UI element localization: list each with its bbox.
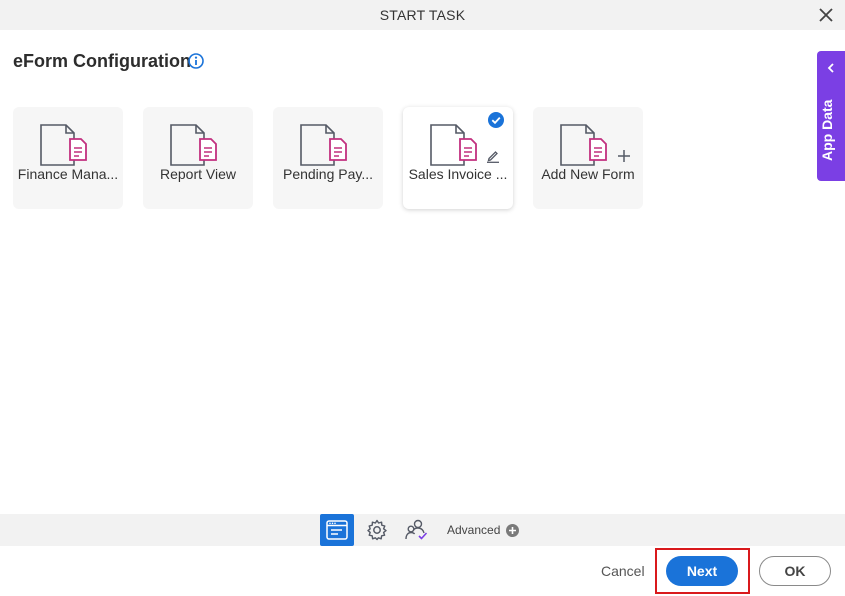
next-button[interactable]: Next — [666, 556, 738, 586]
checkmark-icon — [488, 112, 504, 128]
bottom-tab-bar: Advanced — [0, 514, 845, 546]
dialog-footer: Cancel Next OK — [0, 546, 845, 596]
plus-circle-icon[interactable] — [506, 524, 519, 537]
form-card-label: Add New Form — [541, 166, 635, 182]
document-icon — [560, 124, 607, 166]
cancel-button[interactable]: Cancel — [601, 563, 645, 579]
form-card-report-view[interactable]: Report View — [143, 107, 253, 209]
add-new-form-card[interactable]: Add New Form — [533, 107, 643, 209]
ok-button[interactable]: OK — [759, 556, 831, 586]
advanced-tab-label[interactable]: Advanced — [447, 523, 500, 537]
tab-participants[interactable] — [400, 514, 434, 546]
document-icon — [170, 124, 217, 166]
form-window-icon — [326, 520, 348, 540]
tab-form[interactable] — [320, 514, 354, 546]
dialog-title: START TASK — [379, 7, 466, 23]
edit-icon[interactable] — [486, 149, 500, 163]
start-task-dialog: START TASK eForm Configuration App Data … — [0, 0, 845, 596]
dialog-titlebar: START TASK — [0, 0, 845, 30]
form-card-label: Sales Invoice ... — [408, 166, 508, 182]
form-card-label: Pending Pay... — [282, 166, 374, 182]
close-icon[interactable] — [819, 8, 833, 22]
form-card-pending-payment[interactable]: Pending Pay... — [273, 107, 383, 209]
document-icon — [300, 124, 347, 166]
form-card-finance[interactable]: Finance Mana... — [13, 107, 123, 209]
page-title: eForm Configuration — [13, 51, 191, 71]
gear-icon — [367, 519, 387, 541]
user-check-icon — [405, 519, 428, 540]
form-card-label: Finance Mana... — [17, 166, 119, 182]
form-card-sales-invoice[interactable]: Sales Invoice ... — [403, 107, 513, 209]
app-data-label: App Data — [819, 99, 835, 161]
document-icon — [430, 124, 477, 166]
form-card-label: Report View — [159, 166, 236, 182]
tab-settings[interactable] — [360, 514, 394, 546]
document-icon — [40, 124, 87, 166]
app-data-tab[interactable]: App Data — [817, 51, 845, 181]
plus-icon — [618, 150, 630, 162]
info-icon[interactable] — [188, 53, 204, 69]
